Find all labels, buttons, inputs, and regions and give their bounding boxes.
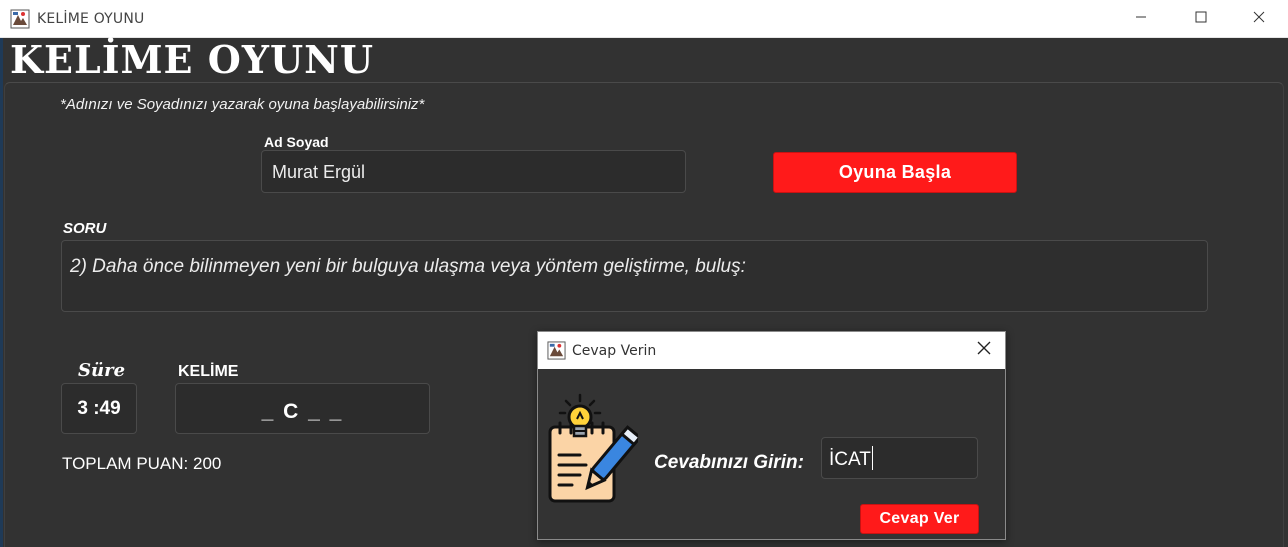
- close-icon: [1253, 10, 1265, 28]
- name-input[interactable]: Murat Ergül: [261, 150, 686, 193]
- dialog-close-button[interactable]: [965, 332, 1003, 369]
- minimize-button[interactable]: [1118, 0, 1164, 38]
- dialog-title: Cevap Verin: [572, 343, 657, 359]
- close-icon: [977, 341, 991, 360]
- java-app-icon: [10, 9, 30, 29]
- instruction-text: *Adınızı ve Soyadınızı yazarak oyuna baş…: [60, 96, 425, 113]
- name-label: Ad Soyad: [264, 134, 329, 150]
- start-game-button[interactable]: Oyuna Başla: [773, 152, 1017, 193]
- total-score: TOPLAM PUAN: 200: [62, 454, 222, 473]
- close-button[interactable]: [1236, 0, 1282, 38]
- word-pattern: _ C _ _: [175, 383, 430, 434]
- maximize-button[interactable]: [1178, 0, 1224, 38]
- window-titlebar[interactable]: KELİME OYUNU: [0, 0, 1288, 38]
- answer-dialog[interactable]: Cevap Verin Cevabınızı Girin: İCAT Cevap…: [537, 331, 1006, 540]
- idea-notepad-pencil-icon: [546, 393, 642, 505]
- answer-input[interactable]: İCAT: [821, 437, 978, 479]
- submit-answer-button[interactable]: Cevap Ver: [860, 504, 979, 534]
- java-app-icon: [547, 341, 566, 360]
- question-label: SORU: [63, 220, 107, 237]
- window-title: KELİME OYUNU: [37, 11, 145, 27]
- word-label: KELİME: [178, 363, 239, 380]
- page-title: KELİME OYUNU: [10, 37, 374, 82]
- minimize-icon: [1135, 10, 1147, 28]
- dialog-titlebar[interactable]: Cevap Verin: [538, 332, 1005, 369]
- timer-value: 3 :49: [61, 383, 137, 434]
- text-caret: [871, 446, 873, 470]
- maximize-icon: [1195, 10, 1207, 28]
- question-text: 2) Daha önce bilinmeyen yeni bir bulguya…: [70, 256, 746, 277]
- window-edge: [0, 38, 3, 547]
- answer-label: Cevabınızı Girin:: [654, 452, 804, 473]
- answer-value: İCAT: [829, 449, 871, 470]
- timer-label: Süre: [78, 360, 126, 381]
